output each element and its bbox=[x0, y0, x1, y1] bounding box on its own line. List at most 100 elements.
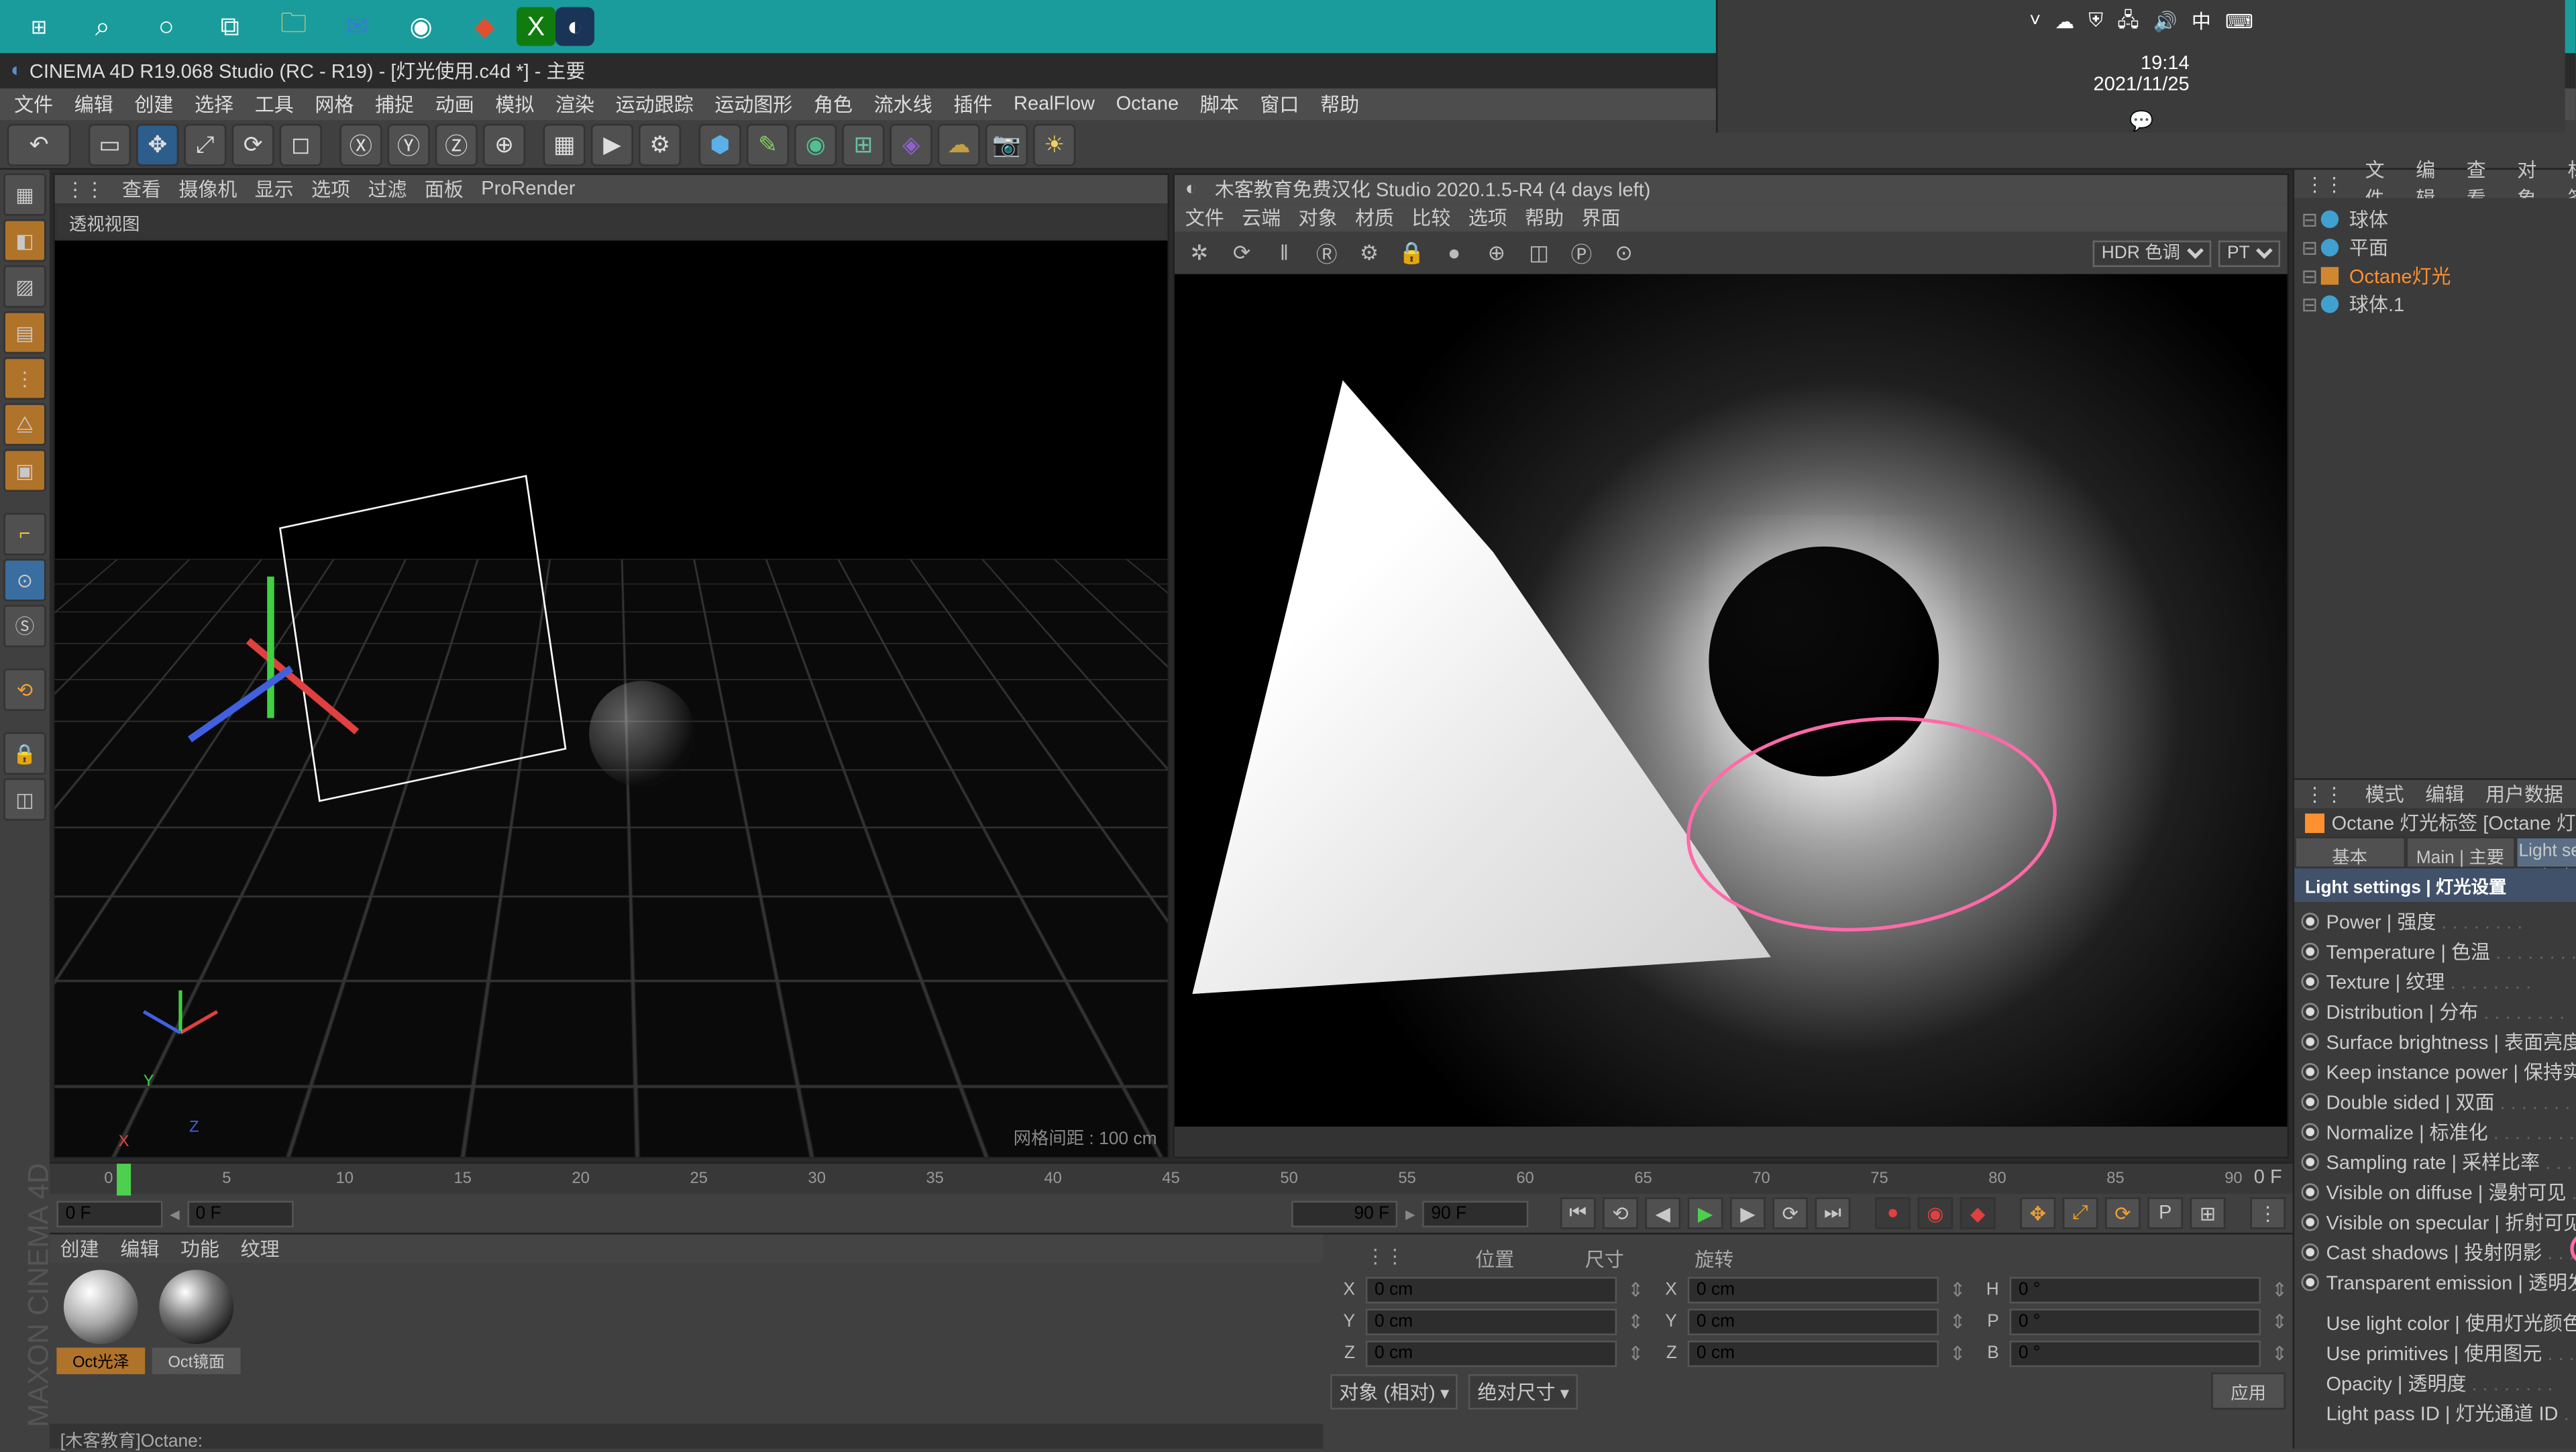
deformer-button[interactable]: ◈ bbox=[890, 123, 932, 165]
coords-head-handle[interactable]: ⋮⋮ bbox=[1366, 1245, 1405, 1273]
material-item[interactable]: Oct镜面 bbox=[152, 1270, 241, 1374]
anim-radio[interactable] bbox=[2302, 972, 2319, 989]
vp-menu-item[interactable]: 摄像机 bbox=[178, 175, 237, 203]
coord-field[interactable] bbox=[1688, 1277, 1939, 1304]
primitive-cube[interactable]: ⬢ bbox=[699, 123, 741, 165]
menu-item[interactable]: 工具 bbox=[255, 90, 294, 118]
texture-mode-icon[interactable]: ▨ bbox=[3, 266, 46, 308]
perspective-viewport[interactable]: ⋮⋮ 查看 摄像机 显示 选项 过滤 面板 ProRender 透视视图 bbox=[53, 173, 1169, 1158]
render-picture-button[interactable]: ▶ bbox=[591, 123, 633, 165]
record-button[interactable]: ● bbox=[1875, 1197, 1911, 1229]
vp-menu-item[interactable]: 选项 bbox=[1468, 203, 1507, 231]
menu-item[interactable]: Octane bbox=[1116, 94, 1179, 115]
material-preview[interactable] bbox=[64, 1270, 138, 1344]
coords-mode-dropdown[interactable]: 对象 (相对) ▾ bbox=[1330, 1374, 1458, 1409]
materials-menu-item[interactable]: 纹理 bbox=[241, 1235, 280, 1263]
notifications-icon[interactable]: 💬 bbox=[2129, 110, 2153, 133]
chrome-icon[interactable]: ◉ bbox=[389, 0, 453, 53]
coord-field[interactable] bbox=[1688, 1308, 1939, 1335]
point-mode-icon[interactable]: ⋮ bbox=[3, 357, 46, 400]
environment-button[interactable]: ☁ bbox=[938, 123, 980, 165]
move-tool[interactable]: ✥ bbox=[136, 123, 178, 165]
coord-field[interactable] bbox=[1366, 1341, 1617, 1367]
hdr-dropdown[interactable]: HDR 色调 bbox=[2093, 239, 2212, 266]
vp-menu-item[interactable]: 对象 bbox=[1299, 203, 1338, 231]
render-view-button[interactable]: ▦ bbox=[543, 123, 586, 165]
attr-menu-item[interactable]: 模式 bbox=[2365, 780, 2404, 808]
undo-button[interactable]: ↶ bbox=[7, 123, 71, 165]
tree-row[interactable]: ⊟球体.1✓· bbox=[2302, 290, 2576, 318]
attr-tab-light[interactable]: Light settings | 灯光设置 bbox=[2516, 836, 2576, 868]
mail-icon[interactable]: ✉ bbox=[325, 0, 389, 53]
search-icon[interactable]: ⌕ bbox=[70, 0, 134, 53]
axis-x-toggle[interactable]: Ⓧ bbox=[339, 123, 382, 165]
object-name[interactable]: Octane灯光 bbox=[2344, 262, 2576, 290]
c4d-icon[interactable]: ◐ bbox=[555, 7, 594, 46]
key-pla-button[interactable]: ⊞ bbox=[2190, 1197, 2226, 1229]
vp-menu-item[interactable]: 查看 bbox=[122, 175, 161, 203]
vp-menu-item[interactable]: 文件 bbox=[1185, 203, 1224, 231]
anim-radio[interactable] bbox=[2302, 1272, 2319, 1290]
keyframe-sel-button[interactable]: ◆ bbox=[1960, 1197, 1996, 1229]
coord-field[interactable] bbox=[1366, 1308, 1617, 1335]
vp-menu-item[interactable]: 界面 bbox=[1581, 203, 1620, 231]
start-button[interactable]: ⊞ bbox=[7, 0, 71, 53]
coord-system[interactable]: ⊕ bbox=[483, 123, 525, 165]
axis-y-handle[interactable] bbox=[267, 577, 274, 718]
nurbs-button[interactable]: ◉ bbox=[794, 123, 837, 165]
lasttool-button[interactable]: ◻ bbox=[280, 123, 322, 165]
render-start-icon[interactable]: ✲ bbox=[1182, 235, 1218, 271]
viewport-canvas[interactable]: Y Z X 网格间距 : 100 cm bbox=[55, 241, 1168, 1157]
xbox-icon[interactable]: X bbox=[517, 7, 555, 46]
attr-menu-item[interactable]: 编辑 bbox=[2425, 780, 2464, 808]
tray-chevron-icon[interactable]: ˅ bbox=[2029, 11, 2041, 33]
vp-menu-item[interactable]: 帮助 bbox=[1525, 203, 1564, 231]
menu-item[interactable]: 脚本 bbox=[1200, 90, 1239, 118]
snap-icon[interactable]: ⊙ bbox=[3, 559, 46, 601]
tray-shield-icon[interactable]: ⛨ bbox=[2088, 11, 2103, 34]
anim-radio[interactable] bbox=[2302, 942, 2319, 959]
expand-icon[interactable]: ⊟ bbox=[2302, 208, 2316, 231]
menu-item[interactable]: 捕捉 bbox=[375, 90, 414, 118]
menu-item[interactable]: 动画 bbox=[435, 90, 474, 118]
workplane-align-icon[interactable]: ⟲ bbox=[3, 669, 46, 711]
render-settings-button[interactable]: ⚙ bbox=[639, 123, 681, 165]
taskbar-clock[interactable]: 19:14 2021/11/25 bbox=[2094, 53, 2190, 96]
octane-viewport[interactable]: ◐ 木客教育免费汉化 Studio 2020.1.5-R4 (4 days le… bbox=[1173, 173, 2289, 1158]
expand-icon[interactable]: ⊟ bbox=[2302, 236, 2316, 259]
axis-y-toggle[interactable]: Ⓨ bbox=[388, 123, 430, 165]
settings-gear-icon[interactable]: ⚙ bbox=[1352, 235, 1387, 271]
anim-radio[interactable] bbox=[2302, 1213, 2319, 1230]
anim-radio[interactable] bbox=[2302, 1092, 2319, 1109]
tray-keyboard-icon[interactable]: ⌨ bbox=[2225, 11, 2253, 34]
select-tool[interactable]: ▭ bbox=[89, 123, 131, 165]
menu-item[interactable]: 窗口 bbox=[1260, 90, 1299, 118]
menu-item[interactable]: 网格 bbox=[315, 90, 354, 118]
kernel-dropdown[interactable]: PT bbox=[2218, 239, 2280, 266]
vp-menu-item[interactable]: 材质 bbox=[1355, 203, 1394, 231]
panel-handle-icon[interactable]: ⋮⋮ bbox=[2305, 783, 2344, 805]
spline-pen[interactable]: ✎ bbox=[747, 123, 789, 165]
tree-row[interactable]: ⊟Octane灯光✓· bbox=[2302, 262, 2576, 290]
coord-field[interactable] bbox=[2010, 1341, 2261, 1367]
key-rot-button[interactable]: ⟳ bbox=[2105, 1197, 2141, 1229]
workplane-icon[interactable]: ▤ bbox=[3, 311, 46, 353]
materials-menu-item[interactable]: 创建 bbox=[60, 1235, 99, 1263]
rotate-tool[interactable]: ⟳ bbox=[231, 123, 274, 165]
goto-start-button[interactable]: ⏮ bbox=[1560, 1197, 1596, 1229]
camera-icon[interactable]: ◫ bbox=[1521, 235, 1557, 271]
tray-volume-icon[interactable]: 🔊 bbox=[2153, 11, 2178, 34]
panel-handle-icon[interactable]: ⋮⋮ bbox=[2305, 172, 2344, 195]
vp-menu-item[interactable]: 云端 bbox=[1242, 203, 1281, 231]
vp-menu-item[interactable]: 面板 bbox=[425, 175, 464, 203]
vp-menu-item[interactable]: 比较 bbox=[1411, 203, 1450, 231]
menu-item[interactable]: 选择 bbox=[195, 90, 233, 118]
anim-radio[interactable] bbox=[2302, 1182, 2319, 1200]
menu-item[interactable]: 模拟 bbox=[495, 90, 534, 118]
anim-radio[interactable] bbox=[2302, 1032, 2319, 1050]
next-key-button[interactable]: ⟳ bbox=[1772, 1197, 1808, 1229]
scale-tool[interactable]: ⤢ bbox=[184, 123, 226, 165]
viewport-solo-icon[interactable]: ◫ bbox=[3, 778, 46, 820]
picker-icon[interactable]: Ⓟ bbox=[1564, 235, 1599, 271]
timeline-options-button[interactable]: ⋮ bbox=[2250, 1197, 2286, 1229]
